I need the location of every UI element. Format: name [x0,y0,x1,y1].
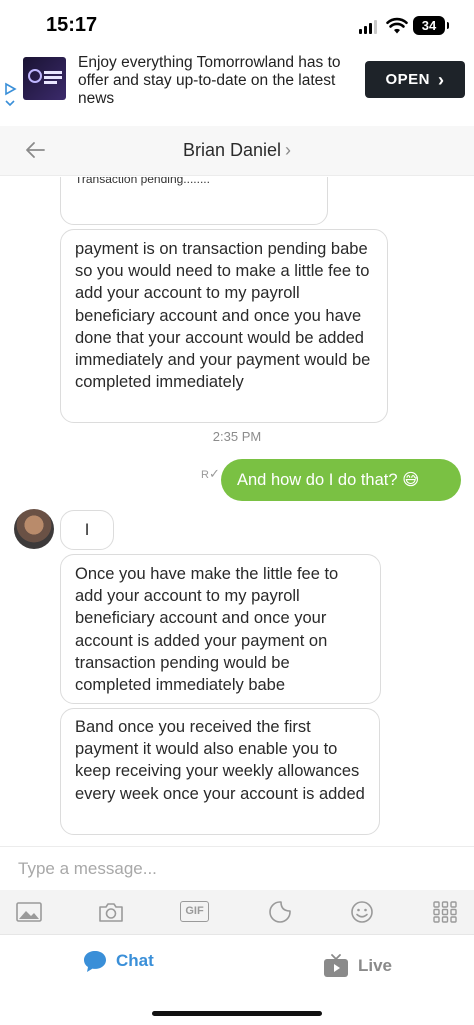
gif-icon[interactable]: GIF [180,901,209,922]
status-time: 15:17 [46,14,98,36]
message-bubble-incoming[interactable]: payment is on transaction pending babe s… [60,229,388,423]
message-input-area [0,846,474,890]
live-tv-icon [324,954,348,977]
tab-chat-label: Chat [116,951,154,970]
message-clip: Transaction pending........ [0,177,474,227]
battery-indicator: 34 [413,16,449,35]
gallery-icon[interactable] [15,900,43,924]
message-text: Band once you received the first payment… [75,718,365,803]
message-bubble-incoming[interactable]: Transaction pending........ [60,177,328,225]
chevron-right-icon: › [285,140,292,160]
chevron-right-icon: › [438,69,445,90]
ad-text[interactable]: Enjoy everything Tomorrowland has to off… [78,54,353,108]
read-receipt-icon: R✓ [201,466,220,481]
ad-open-label: OPEN [385,71,430,88]
tab-live[interactable]: Live [322,953,392,979]
contact-name-button[interactable]: Brian Daniel › [0,140,474,161]
chat-bubble-icon [84,951,106,972]
message-bubble-incoming[interactable]: Band once you received the first payment… [60,708,380,835]
message-text: Once you have make the little fee to add… [75,565,339,695]
more-apps-icon[interactable] [431,900,459,924]
message-input[interactable] [10,855,450,883]
ad-choices-icon[interactable] [3,82,17,112]
message-timestamp: 2:35 PM [212,429,262,444]
tab-live-label: Live [358,956,393,975]
status-bar: 15:17 34 [0,0,474,52]
attachment-toolbar: GIF [0,890,474,934]
message-text: payment is on transaction pending babe s… [75,240,371,392]
message-text: I [84,521,90,539]
ad-open-button[interactable]: OPEN › [365,61,465,98]
message-bubble-incoming[interactable]: Once you have make the little fee to add… [60,554,381,704]
contact-avatar[interactable] [14,509,54,549]
tab-chat[interactable]: Chat [82,949,154,973]
wifi-icon [386,17,408,34]
home-indicator[interactable] [152,1011,322,1016]
contact-name: Brian Daniel [182,140,282,160]
message-text: And how do I do that? 😅 [237,471,420,489]
message-text: Transaction pending........ [75,177,210,186]
ad-logo[interactable] [23,57,66,100]
chat-header: Brian Daniel › [0,126,474,176]
message-bubble-outgoing[interactable]: And how do I do that? 😅 [221,459,461,501]
sticker-icon[interactable] [266,900,294,924]
signal-icon [359,20,379,34]
camera-icon[interactable] [97,900,125,924]
message-bubble-incoming[interactable]: I [60,510,114,550]
emoji-icon[interactable] [348,900,376,924]
